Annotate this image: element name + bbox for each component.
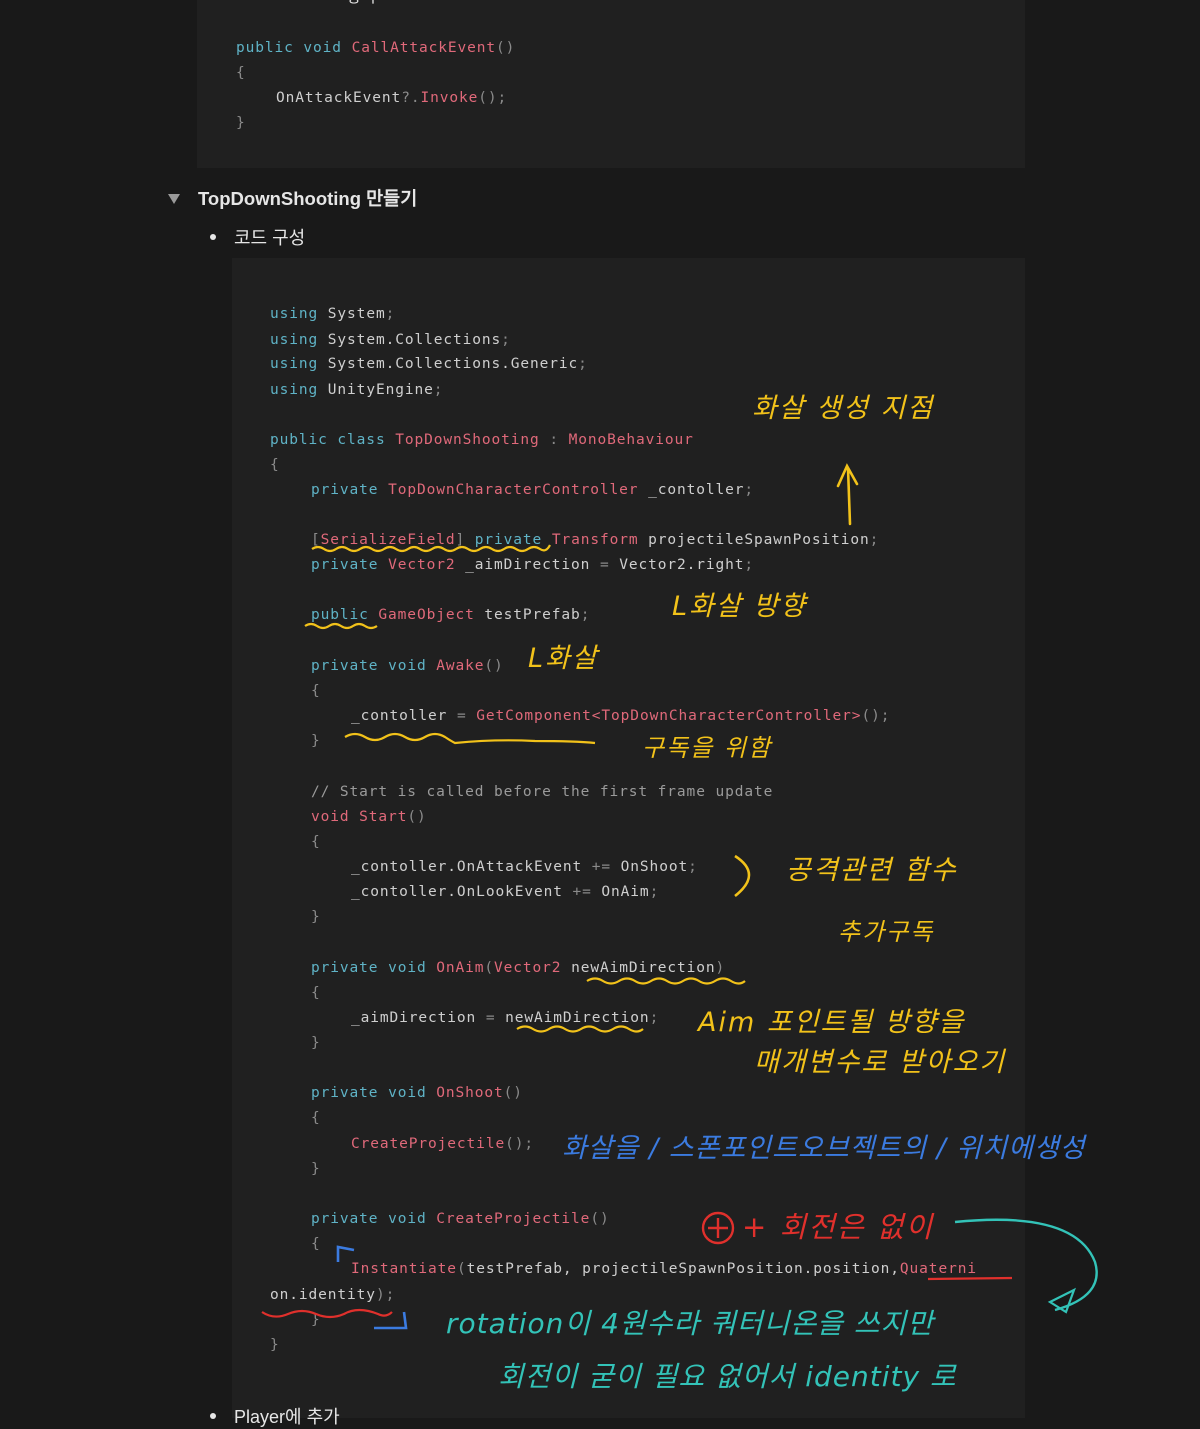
bullet-text: Player에 추가 <box>234 1407 340 1427</box>
code-line: { <box>311 1110 321 1126</box>
code-line: { <box>270 457 280 473</box>
code-line: private void OnShoot() <box>311 1085 523 1101</box>
annotation-attack-func: 공격관련 함수 <box>786 855 958 886</box>
code-line: { <box>311 1236 321 1252</box>
code-line: Instantiate(testPrefab, projectileSpawnP… <box>351 1261 977 1277</box>
toggle-title: TopDownShooting 만들기 <box>198 188 418 209</box>
code-line: private void Awake() <box>311 658 504 674</box>
code-comment: // Start is called before the first fram… <box>311 784 774 800</box>
bullet-item-code: 코드 구성 <box>210 225 305 249</box>
annotation-component: 구독을 위함 <box>642 734 773 762</box>
bullet-text: 코드 구성 <box>234 228 306 248</box>
code-line: using System; <box>270 306 396 322</box>
code-line: } <box>270 1337 280 1353</box>
code-line: } <box>311 1312 321 1328</box>
code-line: _contoller = GetComponent<TopDownCharact… <box>351 708 891 724</box>
code-line: } <box>311 733 321 749</box>
annotation-arrow: L화살 <box>528 643 599 674</box>
toggle-triangle-icon[interactable] <box>168 194 180 204</box>
code-line: using System.Collections.Generic; <box>270 356 588 372</box>
code-line: CreateProjectile(); <box>351 1136 534 1152</box>
annotation-aim-point-1: Aim 포인트될 방향을 <box>698 1007 966 1038</box>
bullet-item-player: Player에 추가 <box>210 1404 340 1428</box>
code-line: OnAttackEvent?.Invoke(); <box>276 90 508 106</box>
code-line: _contoller.OnAttackEvent += OnShoot; <box>351 859 698 875</box>
annotation-attack-func-2: 추가구독 <box>838 918 935 946</box>
annotation-rotation-1: rotation이 4원수라 쿼터니온을 쓰지만 <box>446 1307 935 1340</box>
annotation-no-rotation: + 회전은 없이 <box>742 1210 935 1244</box>
code-line: private void OnAim(Vector2 newAimDirecti… <box>311 960 726 976</box>
cut-off-heading: 방식 <box>347 0 376 7</box>
code-line: } <box>311 1161 321 1177</box>
annotation-rotation-2: 회전이 굳이 필요 없어서 identity 로 <box>498 1360 957 1393</box>
code-block-call-attack-event: 방식 public void CallAttackEvent() { OnAtt… <box>197 0 1025 168</box>
code-line: private TopDownCharacterController _cont… <box>311 482 755 498</box>
code-line: { <box>311 683 321 699</box>
annotation-create-arrow: 화살을 / 스폰포인트오브젝트의 / 위치에생성 <box>562 1133 1086 1164</box>
code-line: _aimDirection = newAimDirection; <box>351 1010 660 1026</box>
code-line: private void CreateProjectile() <box>311 1211 610 1227</box>
code-line: { <box>311 985 321 1001</box>
toggle-topdownshooting[interactable]: TopDownShooting 만들기 <box>168 184 417 212</box>
arrow-head-icon <box>1047 1287 1076 1314</box>
code-line: on.identity); <box>270 1287 396 1303</box>
code-line: { <box>311 834 321 850</box>
code-line: public void CallAttackEvent() <box>236 40 516 56</box>
code-line: [SerializeField] private Transform proje… <box>311 532 880 548</box>
code-line: void Start() <box>311 809 427 825</box>
code-line: } <box>311 1035 321 1051</box>
bullet-dot-icon <box>210 1413 216 1419</box>
code-line: _contoller.OnLookEvent += OnAim; <box>351 884 660 900</box>
code-line: using UnityEngine; <box>270 382 444 398</box>
code-line: { <box>236 65 246 81</box>
code-line: public class TopDownShooting : MonoBehav… <box>270 432 694 448</box>
code-line: private Vector2 _aimDirection = Vector2.… <box>311 557 755 573</box>
code-line: } <box>311 909 321 925</box>
bullet-dot-icon <box>210 234 216 240</box>
code-line: public GameObject testPrefab; <box>311 607 591 623</box>
annotation-aim-point-2: 매개변수로 받아오기 <box>754 1047 1007 1078</box>
code-line: using System.Collections; <box>270 332 511 348</box>
annotation-arrow-direction: L화살 방향 <box>672 591 807 622</box>
annotation-spawn-point: 화살 생성 지점 <box>752 393 935 424</box>
code-line: } <box>236 115 246 131</box>
